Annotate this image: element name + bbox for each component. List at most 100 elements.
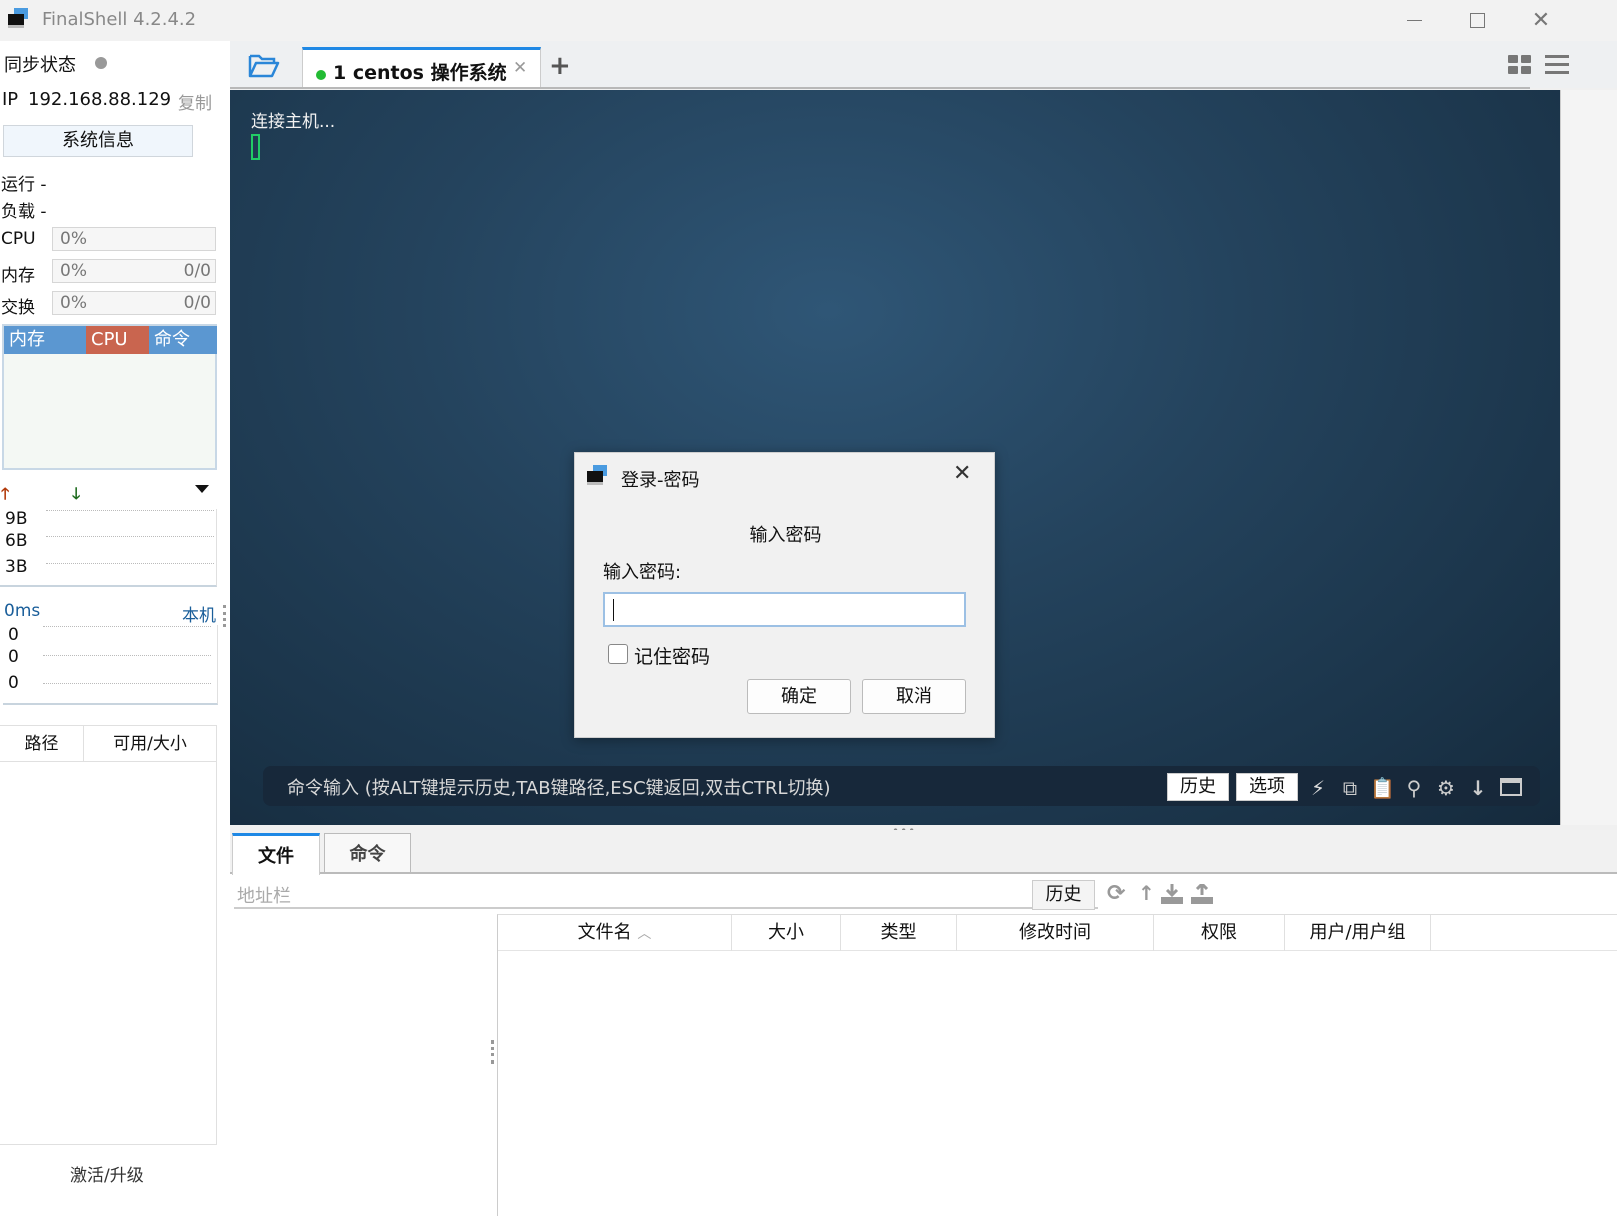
- tab-commands[interactable]: 命令: [324, 833, 411, 873]
- session-tab-label: 1 centos 操作系统: [333, 62, 507, 84]
- menu-icon[interactable]: [1545, 55, 1569, 75]
- uptime-label: 运行 -: [1, 175, 47, 195]
- session-tab[interactable]: 1 centos 操作系统 ✕: [302, 47, 541, 88]
- net-tick: 3B: [5, 557, 28, 577]
- download-icon[interactable]: [1161, 884, 1183, 904]
- window-title: FinalShell 4.2.4.2: [42, 9, 197, 30]
- activate-upgrade-link[interactable]: 激活/升级: [70, 1161, 144, 1186]
- ping-host[interactable]: 本机: [182, 601, 216, 626]
- grid-view-icon[interactable]: [1508, 55, 1532, 75]
- file-table-header: 文件名 ︿ 大小 类型 修改时间 权限 用户/用户组: [498, 915, 1617, 951]
- ping-graph: 0 0 0: [3, 625, 218, 705]
- gridline: [43, 683, 211, 684]
- col-modified[interactable]: 修改时间: [957, 915, 1154, 951]
- app-monitor-icon: [8, 8, 28, 28]
- gear-icon[interactable]: ⚙: [1434, 776, 1458, 800]
- address-underline: [234, 907, 1098, 909]
- process-tab-command[interactable]: 命令: [149, 326, 217, 354]
- gridline: [43, 655, 211, 656]
- sync-status-label: 同步状态: [4, 55, 76, 76]
- close-button[interactable]: ✕: [1511, 0, 1571, 40]
- remember-password-label[interactable]: 记住密码: [634, 642, 710, 669]
- ping-value: 0ms: [4, 601, 41, 621]
- password-input[interactable]: [603, 592, 966, 627]
- cpu-percent: 0%: [60, 229, 87, 249]
- network-interface-dropdown-icon[interactable]: [195, 485, 209, 493]
- disk-table: 路径 可用/大小: [0, 725, 217, 1145]
- disk-col-size[interactable]: 可用/大小: [84, 726, 216, 762]
- command-history-button[interactable]: 历史: [1167, 773, 1229, 801]
- close-icon: ✕: [1531, 7, 1551, 33]
- file-table: 文件名 ︿ 大小 类型 修改时间 权限 用户/用户组: [497, 914, 1617, 1216]
- copy-ip-link[interactable]: 复制: [178, 89, 212, 114]
- ip-value: 192.168.88.129: [28, 89, 172, 110]
- address-bar-input[interactable]: 地址栏: [237, 882, 291, 908]
- network-graph: 9B 6B 3B: [0, 509, 217, 587]
- gridline: [46, 536, 214, 537]
- window-icon[interactable]: [1500, 778, 1522, 796]
- dialog-heading: 输入密码: [749, 525, 822, 546]
- remember-password-checkbox[interactable]: [608, 644, 628, 664]
- minimize-icon: [1406, 19, 1422, 21]
- ip-label: IP: [2, 89, 19, 110]
- col-filename[interactable]: 文件名 ︿: [498, 915, 732, 951]
- close-tab-icon[interactable]: ✕: [513, 58, 527, 78]
- session-tab-bar: 1 centos 操作系统 ✕ +: [230, 41, 1617, 89]
- folder-open-icon[interactable]: [248, 53, 280, 79]
- mem-value: 0/0: [183, 261, 211, 281]
- plus-icon[interactable]: +: [549, 51, 571, 81]
- sidebar-resize-handle[interactable]: [223, 605, 226, 627]
- tab-files[interactable]: 文件: [232, 833, 320, 875]
- app-monitor-icon: [587, 465, 607, 485]
- maximize-button[interactable]: [1447, 0, 1507, 40]
- lightning-icon[interactable]: ⚡: [1306, 776, 1330, 800]
- swap-percent: 0%: [60, 293, 87, 313]
- gridline: [46, 563, 214, 564]
- terminal-output: 连接主机...: [251, 112, 336, 132]
- swap-label: 交换: [1, 298, 35, 318]
- path-history-button[interactable]: 历史: [1032, 880, 1095, 910]
- cpu-usage-bar: 0%: [52, 227, 216, 251]
- disk-col-path[interactable]: 路径: [0, 726, 84, 762]
- file-panel: 文件 命令 地址栏 历史 ⟳ ↑ 文件名 ︿ 大小 类型 修改时间 权限 用户/…: [230, 830, 1617, 1216]
- refresh-icon[interactable]: ⟳: [1107, 881, 1125, 906]
- swap-usage-bar: 0% 0/0: [52, 291, 216, 315]
- parent-directory-icon[interactable]: ↑: [1138, 881, 1155, 905]
- cpu-label: CPU: [1, 229, 36, 249]
- system-info-button[interactable]: 系统信息: [3, 125, 193, 157]
- tree-resize-handle[interactable]: [491, 1040, 494, 1064]
- sort-ascending-icon: ︿: [637, 926, 652, 942]
- connection-status-dot: [316, 70, 326, 80]
- net-tick: 6B: [5, 531, 28, 551]
- col-type[interactable]: 类型: [841, 915, 957, 951]
- copy-icon[interactable]: ⧉: [1338, 776, 1362, 800]
- terminal-cursor: [251, 134, 260, 160]
- mem-percent: 0%: [60, 261, 87, 281]
- upload-icon[interactable]: [1191, 884, 1213, 904]
- cancel-button[interactable]: 取消: [862, 679, 966, 714]
- command-input[interactable]: 命令输入 (按ALT键提示历史,TAB键路径,ESC键返回,双击CTRL切换): [287, 774, 831, 800]
- text-caret: [613, 599, 614, 621]
- mem-usage-bar: 0% 0/0: [52, 259, 216, 283]
- login-password-dialog: 登录-密码 ✕ 输入密码 输入密码: 记住密码 确定 取消: [574, 452, 995, 738]
- col-owner[interactable]: 用户/用户组: [1285, 915, 1431, 951]
- gridline: [43, 626, 211, 627]
- col-size[interactable]: 大小: [732, 915, 841, 951]
- col-permissions[interactable]: 权限: [1154, 915, 1285, 951]
- search-icon[interactable]: ⚲: [1402, 776, 1426, 800]
- process-tab-cpu[interactable]: CPU: [86, 326, 149, 354]
- download-arrow-icon: 🡓: [72, 484, 81, 503]
- paste-icon[interactable]: 📋: [1370, 776, 1395, 800]
- minimize-button[interactable]: [1384, 0, 1444, 40]
- upload-arrow-icon: 🡑: [1, 484, 10, 503]
- directory-tree[interactable]: [234, 912, 494, 1216]
- password-label: 输入密码:: [603, 562, 682, 583]
- dialog-close-icon[interactable]: ✕: [953, 461, 971, 486]
- terminal-scrollbar[interactable]: [1560, 90, 1617, 825]
- options-button[interactable]: 选项: [1236, 773, 1298, 801]
- arrow-down-icon[interactable]: ↓: [1466, 776, 1490, 800]
- ping-tick: 0: [8, 625, 19, 645]
- process-tab-mem[interactable]: 内存: [4, 326, 86, 354]
- swap-value: 0/0: [183, 293, 211, 313]
- ok-button[interactable]: 确定: [747, 679, 851, 714]
